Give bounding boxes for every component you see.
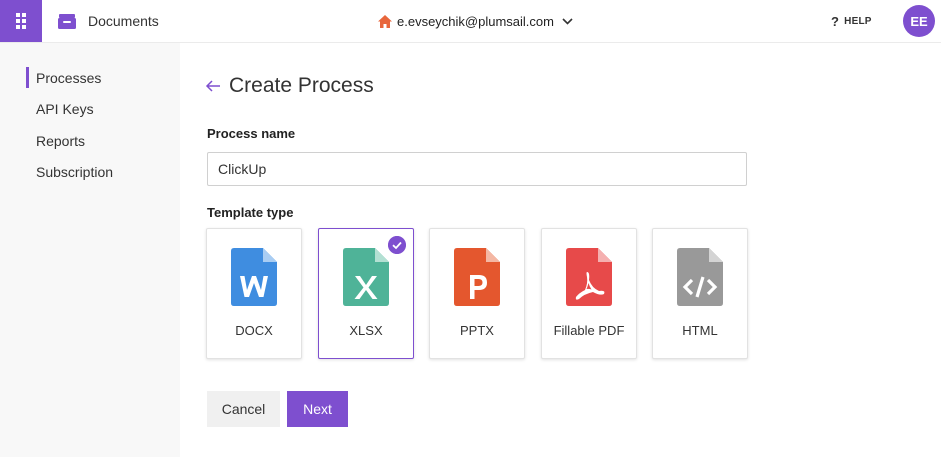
active-indicator (26, 67, 29, 88)
sidebar-item-api-keys[interactable]: API Keys (36, 101, 94, 117)
powerpoint-file-icon (454, 248, 500, 306)
help-label: HELP (844, 16, 872, 27)
question-mark-icon: ? (831, 14, 840, 29)
home-icon (378, 14, 392, 28)
selected-check-icon (388, 236, 406, 254)
html-file-icon (677, 248, 723, 306)
process-name-label: Process name (207, 126, 296, 141)
process-name-input[interactable] (207, 152, 747, 186)
user-avatar[interactable]: EE (903, 5, 935, 37)
next-button[interactable]: Next (287, 391, 348, 427)
account-email: e.evseychik@plumsail.com (397, 13, 554, 29)
app-launcher-button[interactable] (0, 0, 42, 42)
template-card-xlsx[interactable]: XLSX (318, 228, 414, 359)
template-type-label: Template type (207, 205, 294, 220)
sidebar-item-subscription[interactable]: Subscription (36, 164, 113, 180)
help-button[interactable]: ? HELP (831, 14, 872, 29)
template-card-html[interactable]: HTML (652, 228, 748, 359)
sidebar-item-processes[interactable]: Processes (36, 70, 101, 86)
template-label-xlsx: XLSX (349, 323, 383, 338)
template-card-docx[interactable]: DOCX (206, 228, 302, 359)
sidebar-item-reports[interactable]: Reports (36, 133, 85, 149)
page-title: Create Process (229, 74, 374, 97)
template-label-pptx: PPTX (460, 323, 494, 338)
waffle-icon (16, 13, 26, 29)
app-title: Documents (88, 13, 159, 29)
template-label-html: HTML (682, 323, 718, 338)
back-arrow-icon[interactable] (205, 78, 221, 94)
template-card-fillable-pdf[interactable]: Fillable PDF (541, 228, 637, 359)
excel-file-icon (343, 248, 389, 306)
account-switcher[interactable]: e.evseychik@plumsail.com (378, 12, 573, 30)
documents-app-icon (58, 14, 76, 29)
cancel-button[interactable]: Cancel (207, 391, 280, 427)
template-card-pptx[interactable]: PPTX (429, 228, 525, 359)
template-label-docx: DOCX (235, 323, 273, 338)
top-bar: Documents e.evseychik@plumsail.com ? HEL… (0, 0, 941, 43)
chevron-down-icon (562, 17, 573, 25)
template-label-fillable-pdf: Fillable PDF (553, 323, 625, 338)
pdf-file-icon (566, 248, 612, 306)
word-file-icon (231, 248, 277, 306)
